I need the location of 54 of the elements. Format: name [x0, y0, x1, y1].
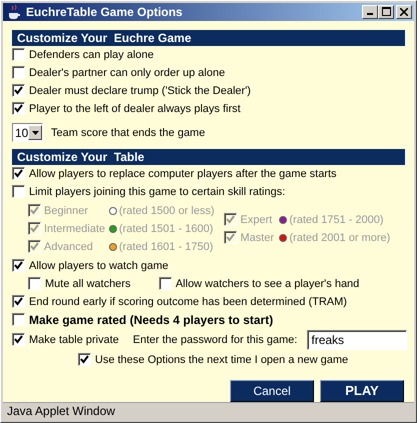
checkbox-label: Defenders can play alone — [29, 48, 154, 60]
checkbox-label: Make table private — [29, 334, 119, 346]
close-button[interactable] — [396, 4, 412, 19]
rating-range: (rated 1751 - 2000) — [289, 214, 385, 226]
checkbox[interactable] — [28, 277, 41, 290]
checkbox[interactable] — [12, 167, 25, 180]
checkbox-label: Dealer's partner can only order up alone — [29, 66, 225, 78]
cup-icon — [6, 4, 22, 20]
rating-label: Beginner — [44, 204, 90, 216]
window-title: EuchreTable Game Options — [26, 4, 184, 19]
checkbox-label: Player to the left of dealer always plays first — [29, 102, 241, 114]
rating-label: Master — [240, 232, 276, 244]
close-icon — [400, 8, 408, 16]
section-header: Customize Your Euchre Game — [12, 30, 405, 46]
rating-range: (rated 1500 or less) — [119, 204, 214, 216]
maximize-button[interactable] — [378, 4, 394, 19]
checkbox[interactable] — [12, 259, 25, 272]
checkbox-label: Limit players joining this game to certain skill ratings: — [29, 186, 286, 198]
minimize-button[interactable] — [362, 4, 378, 19]
checkbox-label: Dealer must declare trump ('Stick the Dealer') — [29, 84, 251, 96]
password-field[interactable]: freaks — [307, 330, 408, 350]
password-prompt: Enter the password for this game: — [132, 334, 298, 346]
rating-label: Expert — [240, 214, 274, 226]
dropdown-label: Team score that ends the game — [51, 126, 206, 138]
checkbox[interactable] — [12, 84, 25, 97]
checkbox[interactable] — [12, 66, 25, 79]
checkbox[interactable] — [12, 295, 25, 308]
checkbox[interactable] — [12, 48, 25, 61]
checkbox-label: Make game rated (Needs 4 players to start) — [29, 312, 274, 326]
caret-icon — [32, 130, 39, 134]
checkbox[interactable] — [12, 333, 25, 346]
rating-label: Intermediate — [44, 222, 106, 234]
score-dropdown[interactable]: 10 — [12, 123, 43, 142]
cancel-button[interactable]: Cancel — [230, 380, 314, 402]
minimize-icon — [367, 13, 373, 16]
checkbox-label: Allow watchers to see a player's hand — [176, 278, 360, 290]
rating-range: (rated 2001 or more) — [289, 232, 390, 244]
rating-range: (rated 1601 - 1750) — [119, 240, 214, 252]
checkbox[interactable] — [78, 353, 91, 366]
checkbox-label: End round early if scoring outcome has been determined (TRAM) — [29, 296, 347, 308]
play-button[interactable]: PLAY — [320, 380, 404, 402]
section-header: Customize Your Table — [12, 148, 405, 164]
rating-label: Advanced — [44, 240, 94, 252]
checkbox[interactable] — [158, 277, 172, 290]
checkbox[interactable] — [12, 185, 25, 198]
checkbox[interactable] — [12, 313, 25, 326]
rating-range: (rated 1501 - 1600) — [119, 222, 214, 234]
checkbox[interactable] — [12, 102, 25, 115]
checkbox-label: Allow players to watch game — [29, 260, 168, 272]
checkbox-label: Mute all watchers — [45, 278, 131, 290]
maximize-icon — [382, 7, 390, 16]
checkbox-label: Allow players to replace computer players after the game starts — [29, 168, 337, 180]
checkbox-label: Use these Options the next time I open a new game — [95, 354, 348, 366]
status-bar: Java Applet Window — [3, 402, 414, 420]
